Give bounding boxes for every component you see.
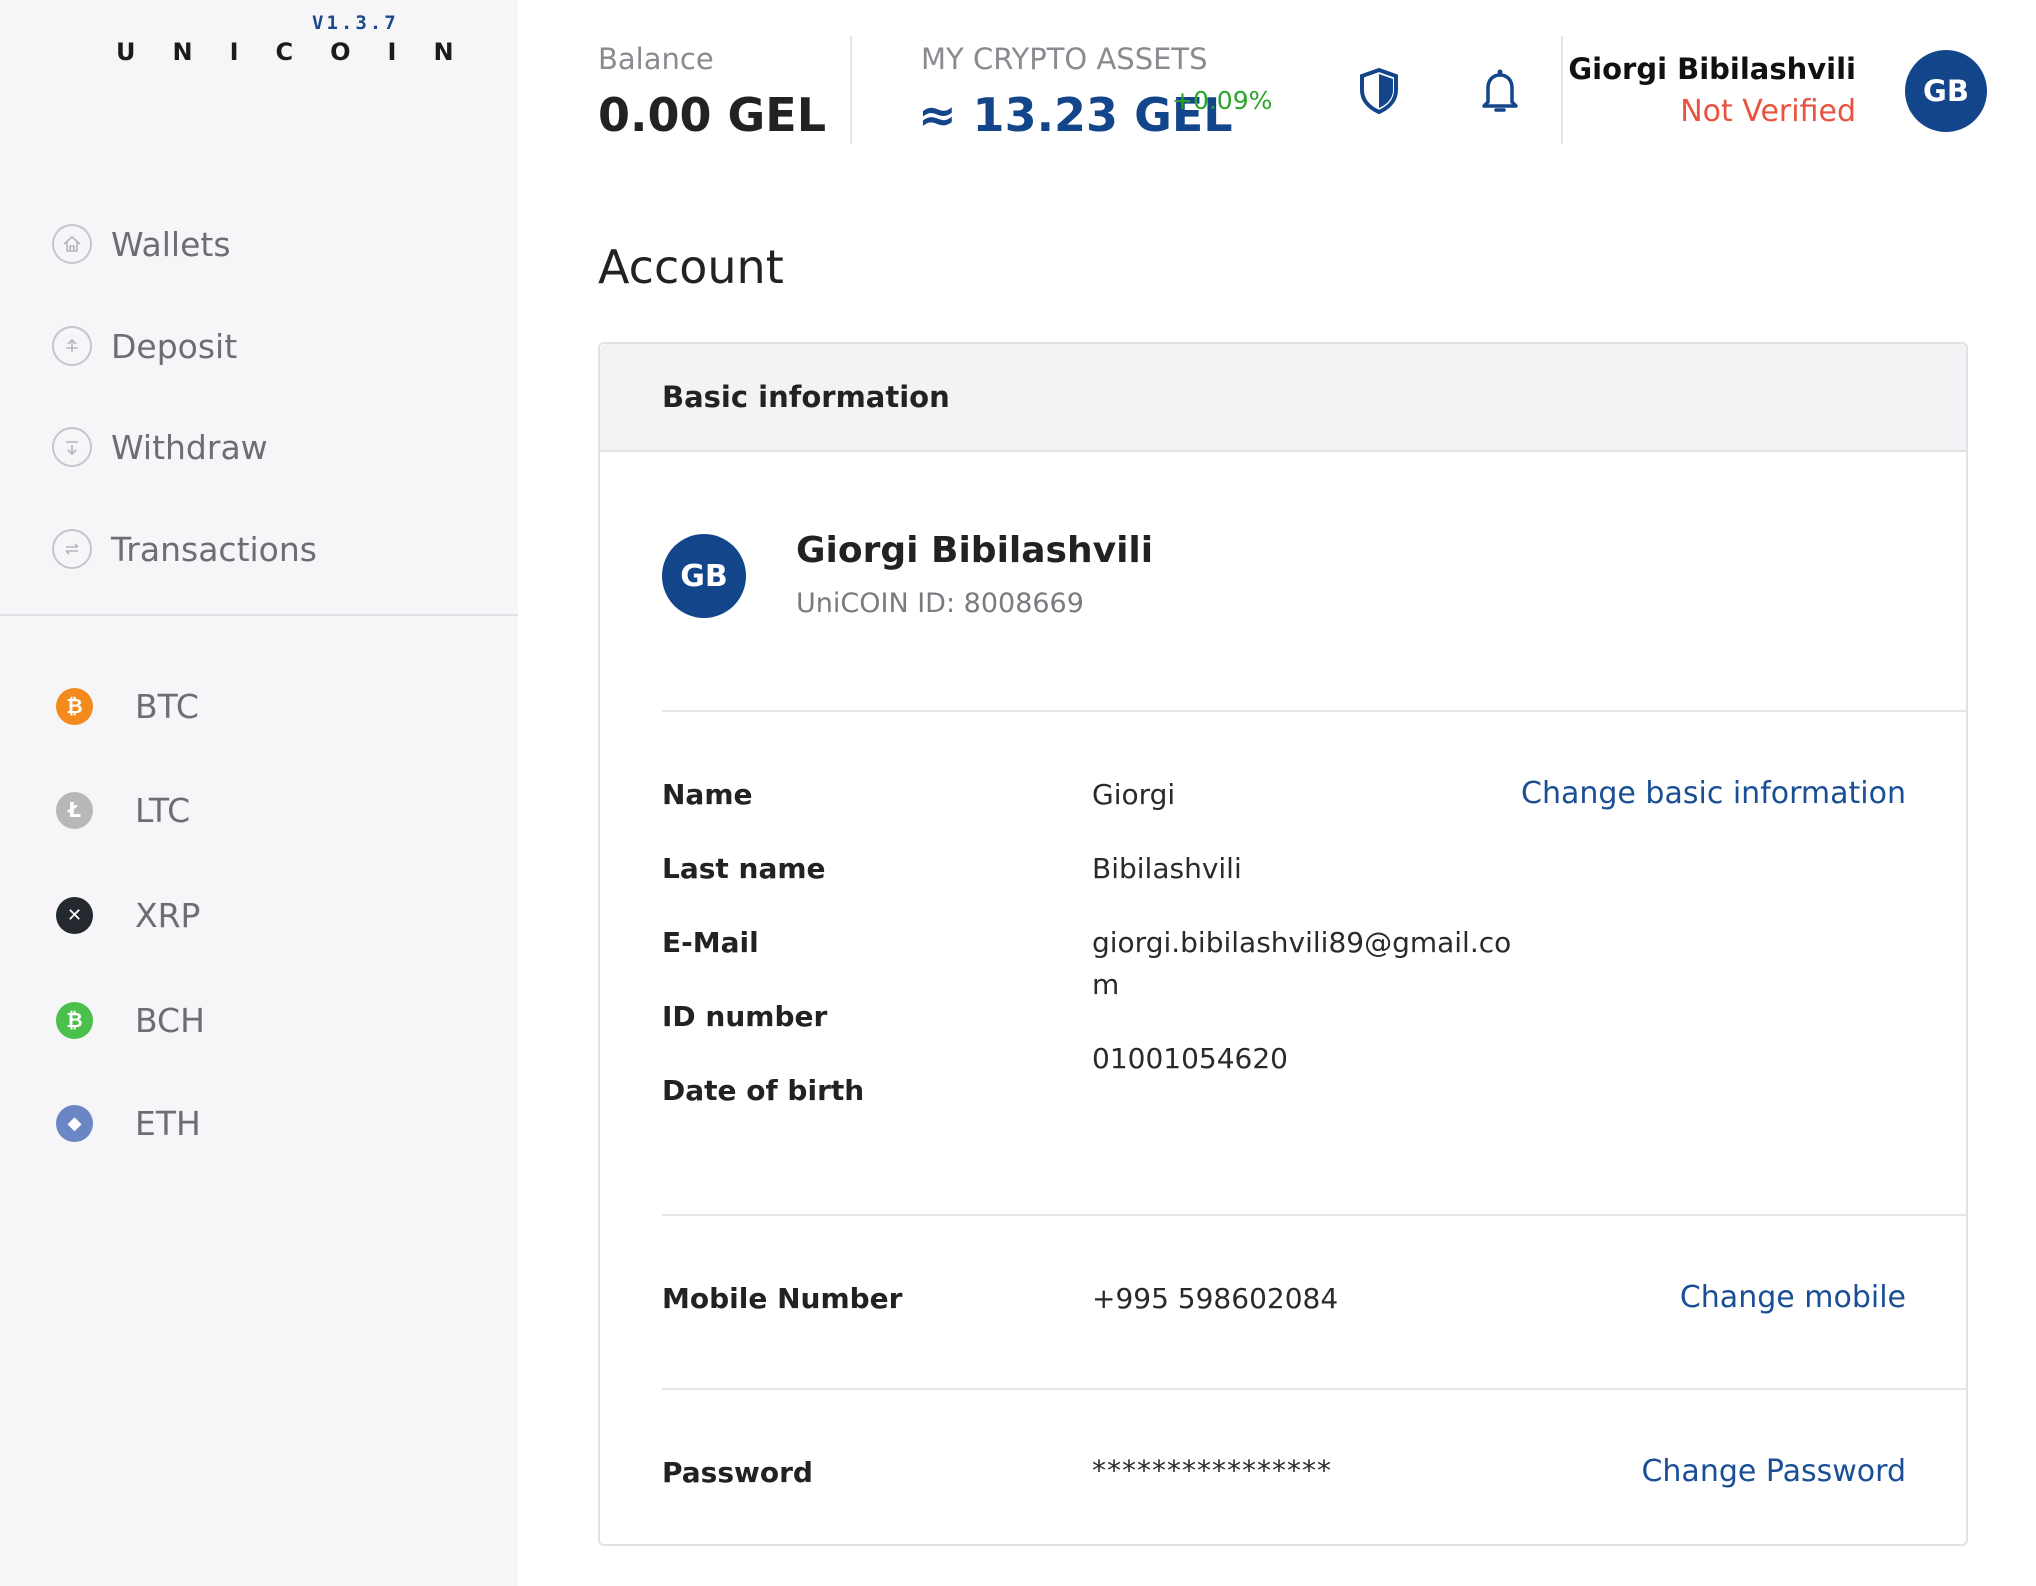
coin-label: BTC xyxy=(135,686,199,726)
sidebar-item-withdraw[interactable]: Withdraw xyxy=(52,425,268,469)
coin-label: XRP xyxy=(135,895,201,935)
email-label: E-Mail xyxy=(662,926,759,959)
ripple-icon: ✕ xyxy=(56,896,93,934)
password-value: **************** xyxy=(1092,1454,1332,1487)
bitcoin-cash-icon: ₿ xyxy=(56,1001,93,1039)
password-label: Password xyxy=(662,1456,813,1489)
name-label: Name xyxy=(662,778,753,811)
ethereum-icon: ◆ xyxy=(56,1104,93,1142)
name-value: Giorgi xyxy=(1092,778,1176,811)
section-divider xyxy=(662,710,1968,712)
dob-label: Date of birth xyxy=(662,1074,865,1107)
app-version: V1.3.7 xyxy=(312,12,399,34)
id-number-value: 01001054620 xyxy=(1092,1042,1288,1075)
user-name[interactable]: Giorgi Bibilashvili xyxy=(1568,52,1856,86)
sidebar-item-wallets[interactable]: Wallets xyxy=(52,222,231,266)
email-value: giorgi.bibilashvili89@gmail.co xyxy=(1092,926,1512,959)
coin-label: BCH xyxy=(135,1000,205,1040)
sidebar-divider xyxy=(0,614,518,616)
coin-label: LTC xyxy=(135,790,191,830)
sidebar-coin-xrp[interactable]: ✕ XRP xyxy=(56,895,200,935)
litecoin-icon: Ł xyxy=(56,791,93,829)
home-icon xyxy=(52,224,92,264)
card-title: Basic information xyxy=(662,380,950,414)
sidebar-item-transactions[interactable]: Transactions xyxy=(52,527,317,571)
mobile-value: +995 598602084 xyxy=(1092,1282,1339,1315)
balance-value: 0.00 GEL xyxy=(598,88,827,142)
profile-avatar: GB xyxy=(662,534,746,618)
sidebar-item-label: Withdraw xyxy=(111,427,268,467)
section-divider xyxy=(662,1214,1968,1216)
change-password-link[interactable]: Change Password xyxy=(1641,1454,1906,1489)
change-basic-info-link[interactable]: Change basic information xyxy=(1521,776,1906,811)
mobile-label: Mobile Number xyxy=(662,1282,903,1315)
bitcoin-icon: ₿ xyxy=(56,687,93,725)
sidebar-coin-eth[interactable]: ◆ ETH xyxy=(56,1103,201,1143)
header-divider xyxy=(1561,36,1563,144)
shield-icon[interactable] xyxy=(1356,66,1402,116)
lastname-value: Bibilashvili xyxy=(1092,852,1242,885)
profile-id: UniCOIN ID: 8008669 xyxy=(796,588,1084,619)
bell-icon[interactable] xyxy=(1478,66,1522,116)
section-divider xyxy=(662,1388,1968,1390)
withdraw-icon xyxy=(52,427,92,467)
profile-name: Giorgi Bibilashvili xyxy=(796,530,1154,571)
sidebar-item-label: Wallets xyxy=(111,224,231,264)
basic-info-card: Basic information GB Giorgi Bibilashvili… xyxy=(598,342,1968,1546)
header-divider xyxy=(850,36,852,144)
transactions-icon xyxy=(52,529,92,569)
card-header: Basic information xyxy=(600,344,1966,452)
lastname-label: Last name xyxy=(662,852,826,885)
id-number-label: ID number xyxy=(662,1000,828,1033)
verification-status[interactable]: Not Verified xyxy=(1680,94,1856,129)
sidebar-item-label: Deposit xyxy=(111,326,238,366)
change-mobile-link[interactable]: Change mobile xyxy=(1680,1280,1906,1315)
email-value-wrap: m xyxy=(1092,968,1120,1001)
sidebar-item-deposit[interactable]: Deposit xyxy=(52,324,237,368)
sidebar: V1.3.7 UNICOIN Wallets Deposit Withdraw … xyxy=(0,0,518,1586)
app-logo[interactable]: UNICOIN xyxy=(116,38,491,66)
sidebar-coin-btc[interactable]: ₿ BTC xyxy=(56,686,199,726)
balance-label: Balance xyxy=(598,42,714,76)
sidebar-coin-bch[interactable]: ₿ BCH xyxy=(56,1000,205,1040)
assets-label: MY CRYPTO ASSETS xyxy=(921,42,1208,76)
sidebar-coin-ltc[interactable]: Ł LTC xyxy=(56,790,190,830)
user-avatar[interactable]: GB xyxy=(1905,50,1987,132)
deposit-icon xyxy=(52,326,92,366)
page-title: Account xyxy=(598,240,784,294)
coin-label: ETH xyxy=(135,1103,201,1143)
assets-change: +0.09% xyxy=(1172,86,1273,115)
sidebar-item-label: Transactions xyxy=(111,529,317,569)
